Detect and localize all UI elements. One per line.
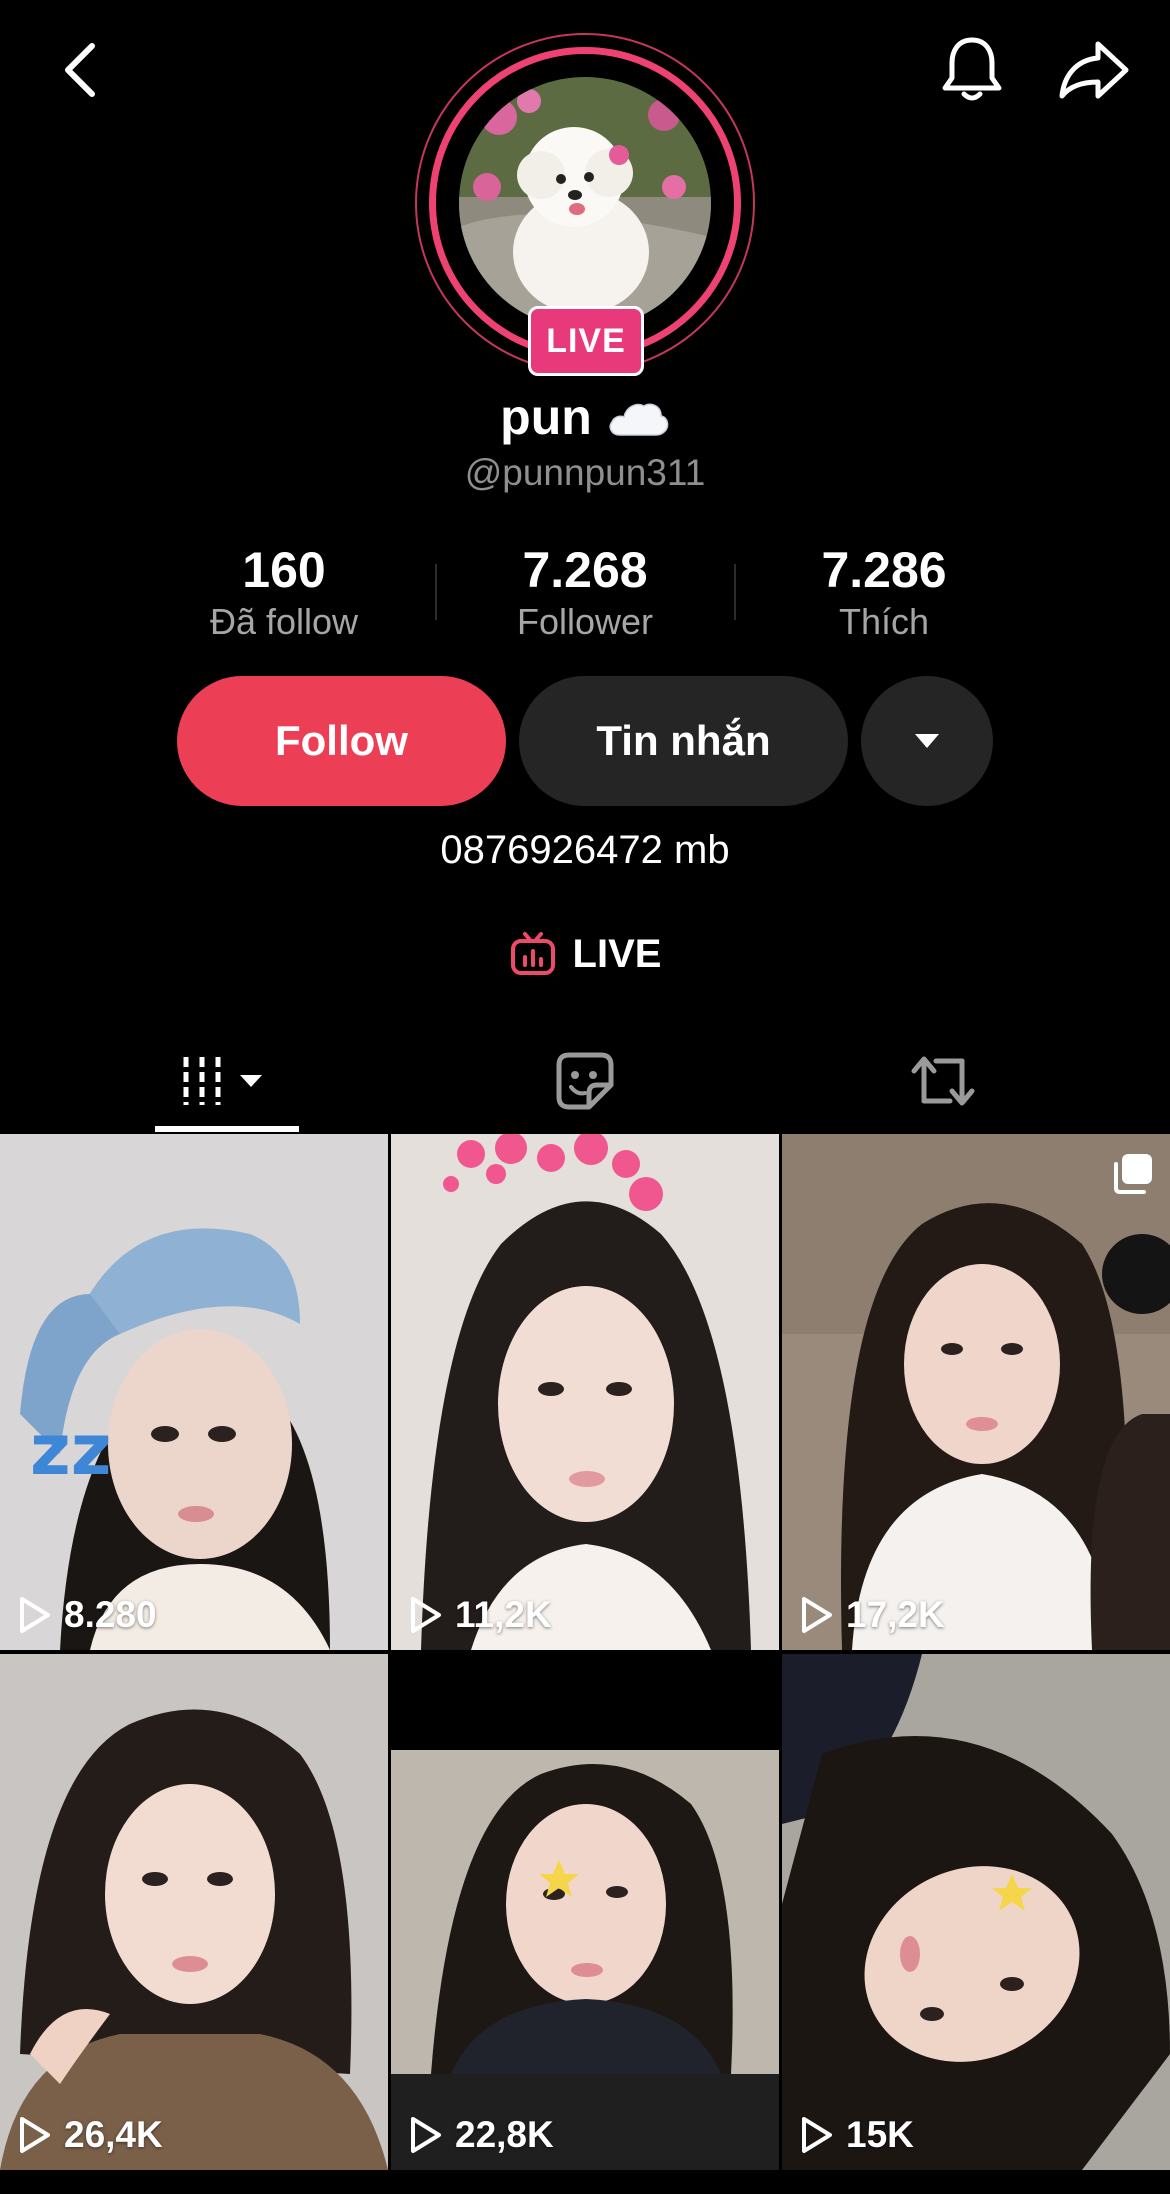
video-thumbnail-image — [0, 1654, 388, 2170]
profile-bio: 0876926472 mb — [440, 828, 730, 872]
share-button[interactable] — [1046, 26, 1142, 114]
profile-handle: @punnpun311 — [464, 452, 706, 493]
stat-likes[interactable]: 7.286 Thích — [764, 540, 1004, 644]
back-button[interactable] — [40, 30, 120, 110]
stat-label: Thích — [838, 601, 930, 642]
profile-name: pun — [500, 389, 592, 445]
stat-followers[interactable]: 7.268 Follower — [465, 540, 705, 644]
more-options-button[interactable] — [861, 676, 993, 806]
tab-videos[interactable] — [30, 1030, 420, 1132]
profile-name-row: pun — [0, 382, 1170, 452]
profile-actions: Follow Tin nhắn — [0, 676, 1170, 806]
stat-label: Đã follow — [209, 601, 359, 642]
live-badge: LIVE — [528, 306, 644, 376]
stat-value: 7.286 — [821, 542, 947, 598]
live-link[interactable]: LIVE — [0, 924, 1170, 984]
tab-stickers[interactable] — [390, 1030, 780, 1132]
video-grid: zz 8.280 11,2K 17,2K 26,4K 22,8K 15K — [0, 1134, 1170, 2170]
video-view-count: 15K — [800, 2114, 914, 2156]
avatar — [459, 77, 711, 329]
stat-divider — [435, 564, 437, 620]
content-tabs — [0, 1030, 1170, 1132]
video-view-count: 11,2K — [409, 1594, 552, 1636]
stat-label: Follower — [516, 601, 654, 642]
video-thumbnail[interactable]: zz 8.280 — [0, 1134, 388, 1650]
video-view-count: 26,4K — [18, 2114, 163, 2156]
stat-value: 7.268 — [522, 542, 648, 598]
tab-reposts[interactable] — [748, 1030, 1138, 1132]
svg-text:zz: zz — [30, 1409, 111, 1491]
play-outline-icon — [20, 1597, 50, 1633]
profile-avatar-live[interactable]: LIVE — [415, 33, 755, 376]
multi-photo-icon — [1114, 1154, 1152, 1194]
repost-icon — [911, 1056, 975, 1106]
video-thumbnail-image — [391, 1134, 779, 1650]
view-count-text: 17,2K — [846, 1594, 945, 1635]
video-thumbnail[interactable]: 17,2K — [782, 1134, 1170, 1650]
video-view-count: 17,2K — [800, 1594, 945, 1636]
play-outline-icon — [20, 2117, 50, 2153]
video-thumbnail-image — [391, 1654, 779, 2170]
stat-divider — [734, 564, 736, 620]
video-view-count: 22,8K — [409, 2114, 554, 2156]
video-thumbnail-image — [782, 1134, 1170, 1650]
video-thumbnail[interactable]: 11,2K — [391, 1134, 779, 1650]
caret-down-icon — [915, 734, 939, 748]
sticker-icon — [556, 1052, 614, 1110]
notification-bell-button[interactable] — [928, 26, 1016, 114]
share-arrow-icon — [1059, 41, 1129, 99]
video-thumbnail[interactable]: 15K — [782, 1654, 1170, 2170]
view-count-text: 26,4K — [64, 2114, 163, 2155]
play-outline-icon — [802, 1597, 832, 1633]
video-thumbnail[interactable]: 22,8K — [391, 1654, 779, 2170]
follow-button[interactable]: Follow — [177, 676, 506, 806]
stat-following[interactable]: 160 Đã follow — [164, 540, 404, 644]
view-count-text: 11,2K — [455, 1594, 552, 1635]
view-count-text: 22,8K — [455, 2114, 554, 2155]
view-count-text: 8.280 — [64, 1594, 157, 1635]
view-count-text: 15K — [846, 2114, 914, 2155]
bell-icon — [942, 37, 1002, 101]
message-button[interactable]: Tin nhắn — [519, 676, 848, 806]
stat-value: 160 — [242, 542, 326, 598]
live-link-label: LIVE — [572, 931, 662, 976]
video-view-count: 8.280 — [18, 1594, 157, 1636]
play-outline-icon — [802, 2117, 832, 2153]
video-thumbnail-image: zz — [0, 1134, 388, 1650]
profile-stats: 160 Đã follow 7.268 Follower 7.286 Thích — [0, 540, 1170, 650]
live-tv-icon — [510, 932, 555, 975]
cloud-emoji-icon — [609, 403, 669, 436]
active-tab-indicator — [155, 1126, 299, 1132]
chevron-left-icon — [65, 43, 95, 97]
videos-grid-icon — [183, 1057, 262, 1105]
video-thumbnail[interactable]: 26,4K — [0, 1654, 388, 2170]
video-thumbnail-image — [782, 1654, 1170, 2170]
play-outline-icon — [411, 1597, 441, 1633]
avatar-image-dog — [459, 77, 711, 329]
play-outline-icon — [411, 2117, 441, 2153]
